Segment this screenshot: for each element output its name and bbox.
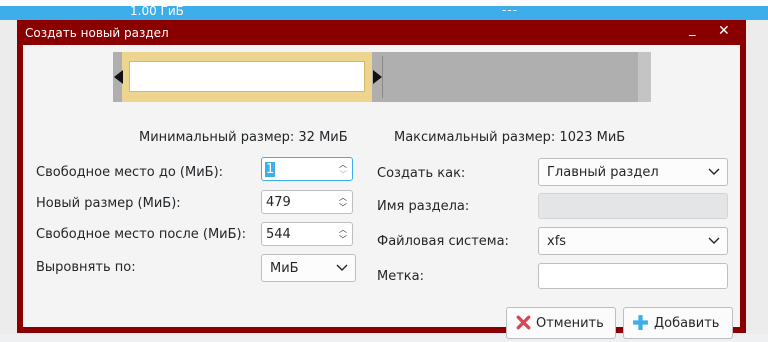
free-after-spinbox[interactable]: 544 ︿ ﹀ [261, 222, 353, 246]
label-field[interactable] [538, 263, 728, 289]
align-value: МиБ [270, 261, 299, 276]
free-before-value: 1 [265, 162, 276, 177]
new-partition-block[interactable] [122, 52, 372, 102]
spin-down-icon[interactable]: ﹀ [338, 170, 348, 179]
new-size-value: 479 [266, 195, 291, 210]
align-combobox[interactable]: МиБ [261, 254, 356, 282]
create-as-value: Главный раздел [547, 165, 659, 180]
new-partition-usage [129, 61, 365, 92]
resize-handle-left[interactable] [114, 70, 123, 84]
align-label: Выровнять по: [36, 260, 136, 275]
free-before-label: Свободное место до (МиБ): [36, 165, 224, 180]
background-row-dashes: --- [502, 3, 518, 17]
resize-handle-right[interactable] [373, 70, 382, 84]
filesystem-combobox[interactable]: xfs [538, 227, 728, 255]
chevron-down-icon [708, 168, 720, 175]
max-size-label: Максимальный размер: 1023 МиБ [394, 130, 626, 145]
minimize-icon[interactable]: _ [689, 22, 696, 38]
close-icon[interactable]: ✕ [718, 23, 730, 39]
spin-up-icon[interactable]: ︿ [338, 225, 348, 234]
partition-visual[interactable] [113, 52, 651, 102]
chevron-down-icon [336, 264, 348, 271]
partition-name-field[interactable] [538, 193, 728, 219]
label-label: Метка: [377, 269, 424, 284]
spin-down-icon[interactable]: ﹀ [338, 203, 348, 212]
new-size-label: Новый размер (МиБ): [36, 196, 181, 211]
unallocated-end [638, 52, 651, 102]
cancel-button[interactable]: Отменить [506, 307, 616, 339]
title-bar[interactable]: Создать новый раздел _ ✕ [17, 20, 746, 45]
background-selected-row[interactable]: 1.00 ГиБ --- [0, 3, 768, 20]
add-button[interactable]: Добавить [623, 307, 733, 339]
spin-up-icon[interactable]: ︿ [338, 193, 348, 202]
dialog-title: Создать новый раздел [25, 26, 169, 40]
free-before-spinbox[interactable]: 1 ︿ ﹀ [261, 157, 353, 181]
free-after-label: Свободное место после (МиБ): [36, 227, 246, 242]
partition-boundary [382, 56, 383, 98]
spin-up-icon[interactable]: ︿ [338, 160, 348, 169]
cancel-icon [516, 315, 531, 330]
filesystem-label: Файловая система: [377, 234, 509, 249]
chevron-down-icon [708, 237, 720, 244]
free-after-value: 544 [266, 227, 291, 242]
cancel-button-label: Отменить [536, 316, 604, 331]
plus-icon [633, 315, 648, 330]
background-row-size: 1.00 ГиБ [130, 4, 184, 18]
dialog-content: Минимальный размер: 32 МиБ Максимальный … [23, 45, 740, 339]
filesystem-value: xfs [547, 234, 567, 249]
create-partition-dialog: Создать новый раздел _ ✕ Минимальный раз… [17, 20, 746, 339]
spin-down-icon[interactable]: ﹀ [338, 235, 348, 244]
min-size-label: Минимальный размер: 32 МиБ [139, 130, 348, 145]
create-as-combobox[interactable]: Главный раздел [538, 158, 728, 186]
new-size-spinbox[interactable]: 479 ︿ ﹀ [261, 190, 353, 214]
partition-name-label: Имя раздела: [377, 199, 470, 214]
create-as-label: Создать как: [377, 166, 466, 181]
add-button-label: Добавить [654, 316, 720, 331]
